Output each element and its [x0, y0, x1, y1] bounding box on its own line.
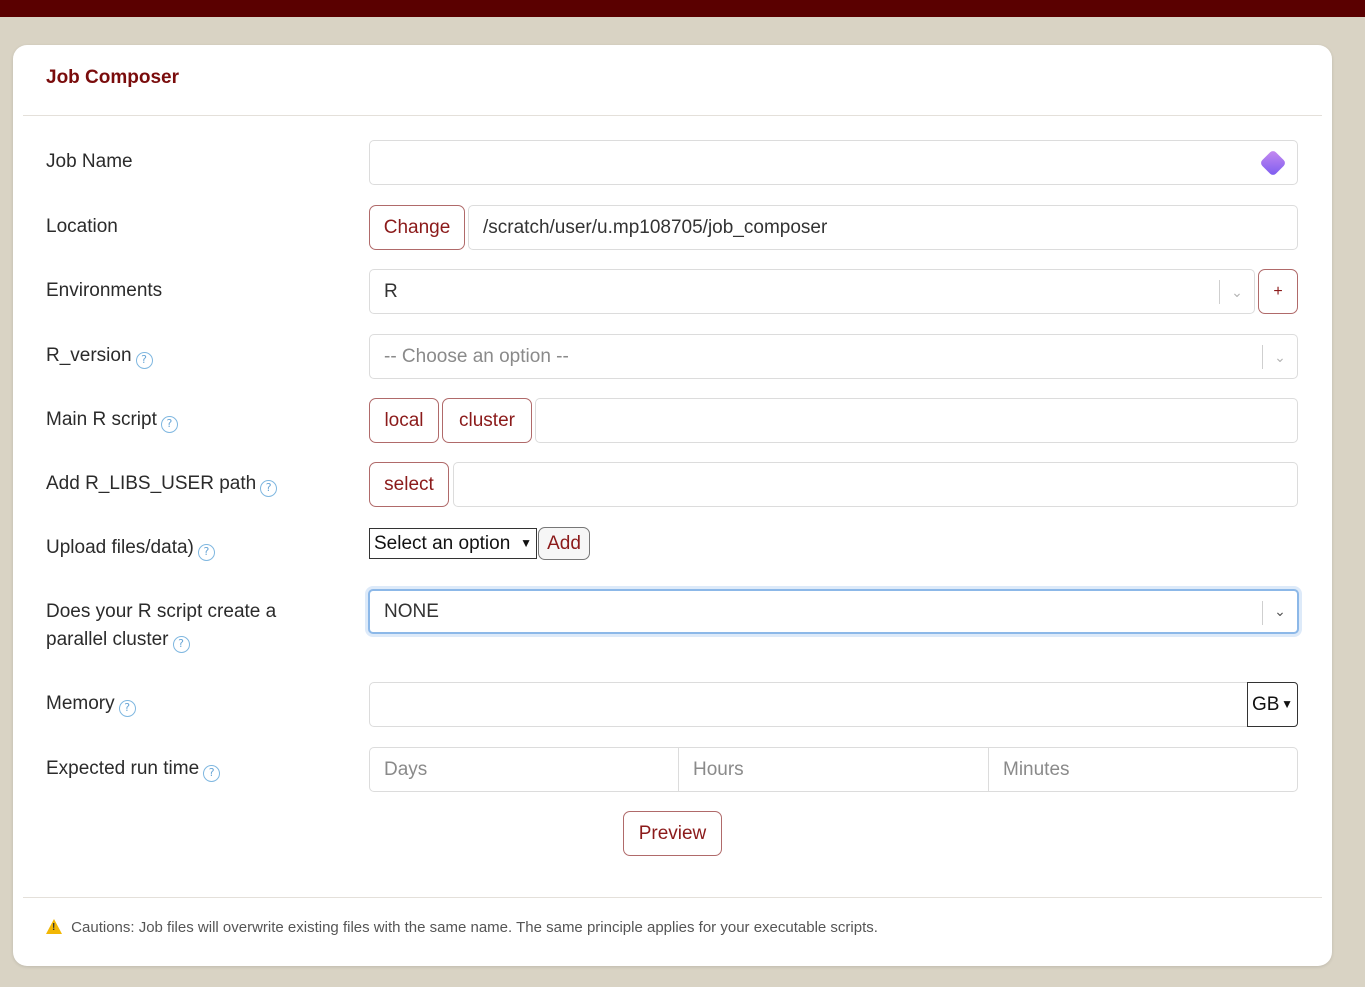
r-libs-label: Add R_LIBS_USER path? — [46, 470, 278, 498]
select-separator — [1219, 280, 1220, 304]
cluster-script-button[interactable]: cluster — [442, 398, 532, 443]
chevron-down-icon: ▼ — [520, 536, 532, 550]
header-divider — [23, 115, 1322, 116]
memory-input[interactable] — [369, 682, 1249, 727]
help-icon[interactable]: ? — [172, 636, 190, 653]
environments-select[interactable]: R ⌄ — [369, 269, 1255, 314]
preview-button[interactable]: Preview — [623, 811, 722, 856]
chevron-down-icon[interactable]: ⌄ — [1270, 347, 1290, 367]
job-name-label: Job Name — [46, 151, 133, 172]
help-icon[interactable]: ? — [118, 700, 136, 717]
r-libs-input[interactable] — [453, 462, 1298, 507]
upload-select[interactable]: Select an option ▼ — [369, 528, 537, 559]
memory-unit-value: GB — [1252, 694, 1280, 715]
main-script-label: Main R script? — [46, 406, 178, 434]
change-location-button[interactable]: Change — [369, 205, 465, 250]
upload-select-value: Select an option — [374, 533, 511, 554]
caution-message: ! Cautions: Job files will overwrite exi… — [46, 919, 878, 936]
location-input[interactable]: /scratch/user/u.mp108705/job_composer — [468, 205, 1298, 250]
location-label: Location — [46, 216, 118, 237]
caution-text: Cautions: Job files will overwrite exist… — [71, 919, 878, 936]
main-script-input[interactable] — [535, 398, 1298, 443]
add-upload-button[interactable]: Add — [538, 527, 590, 560]
chevron-down-icon[interactable]: ⌄ — [1270, 601, 1290, 621]
parallel-label-line1: Does your R script create a — [46, 601, 277, 622]
help-icon[interactable]: ? — [197, 544, 215, 561]
chevron-down-icon: ▼ — [1281, 697, 1293, 711]
warning-icon: ! — [46, 919, 62, 934]
help-icon[interactable]: ? — [260, 480, 278, 497]
parallel-cluster-select[interactable]: NONE ⌄ — [368, 589, 1299, 634]
memory-unit-select[interactable]: GB ▼ — [1247, 682, 1298, 727]
select-separator — [1262, 345, 1263, 369]
runtime-label: Expected run time? — [46, 755, 221, 783]
add-environment-button[interactable]: + — [1258, 269, 1298, 314]
runtime-minutes-input[interactable]: Minutes — [988, 747, 1298, 792]
environments-value: R — [384, 281, 398, 302]
upload-label: Upload files/data)? — [46, 534, 215, 562]
parallel-cluster-value: NONE — [384, 601, 439, 622]
help-icon[interactable]: ? — [135, 352, 153, 369]
runtime-hours-input[interactable]: Hours — [678, 747, 989, 792]
card-title: Job Composer — [46, 67, 180, 88]
chevron-down-icon[interactable]: ⌄ — [1227, 282, 1247, 302]
help-icon[interactable]: ? — [203, 765, 221, 782]
parallel-label-line2: parallel cluster? — [46, 626, 190, 654]
footer-divider — [23, 897, 1322, 898]
select-r-libs-button[interactable]: select — [369, 462, 449, 507]
memory-label: Memory? — [46, 690, 136, 718]
password-manager-gem-icon[interactable] — [1259, 149, 1287, 177]
select-separator — [1262, 601, 1263, 625]
job-name-input[interactable] — [369, 140, 1298, 185]
top-bar — [0, 0, 1365, 17]
job-composer-card: Job Composer Job Name Location Change /s… — [13, 45, 1332, 966]
r-version-label: R_version? — [46, 342, 153, 370]
help-icon[interactable]: ? — [160, 416, 178, 433]
local-script-button[interactable]: local — [369, 398, 439, 443]
r-version-select[interactable]: -- Choose an option -- ⌄ — [369, 334, 1298, 379]
r-version-placeholder: -- Choose an option -- — [384, 346, 569, 367]
runtime-days-input[interactable]: Days — [369, 747, 679, 792]
environments-label: Environments — [46, 280, 163, 301]
